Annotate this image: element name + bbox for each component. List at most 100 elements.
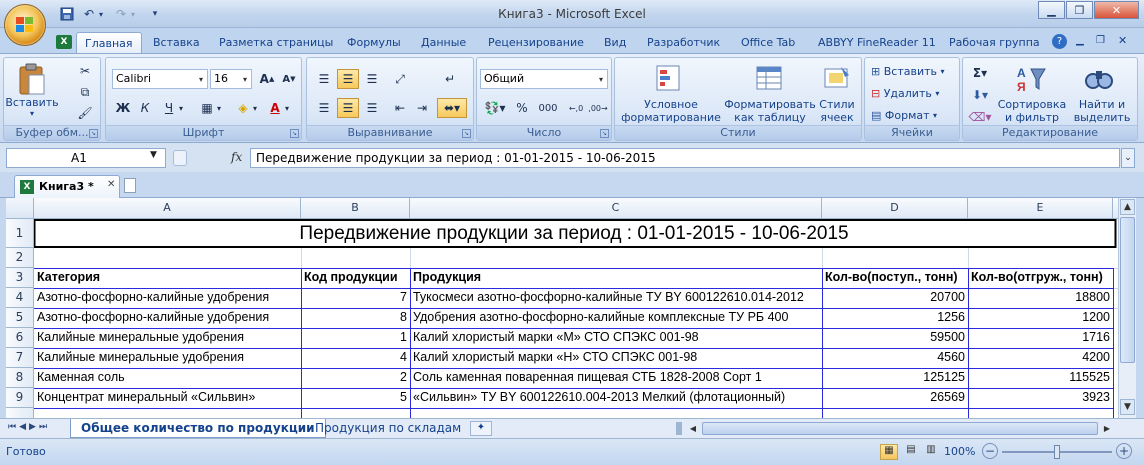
vertical-scrollbar[interactable]: ▲ ▼ [1118, 198, 1136, 418]
cell-code[interactable]: 4 [301, 348, 410, 367]
bold-button[interactable]: Ж [112, 98, 134, 118]
cell-qty-in[interactable]: 4560 [822, 348, 968, 367]
zoom-out-icon[interactable]: − [982, 443, 998, 459]
tab-workgroup[interactable]: Рабочая группа [941, 32, 1048, 53]
tab-insert[interactable]: Вставка [145, 32, 208, 53]
cell-qty-out[interactable]: 115525 [968, 368, 1113, 387]
row-header-9[interactable]: 9 [6, 388, 34, 408]
vertical-scroll-thumb[interactable] [1120, 217, 1135, 363]
header-category[interactable]: Категория [34, 268, 301, 287]
conditional-formatting-icon[interactable] [653, 63, 685, 95]
row-header-5[interactable]: 5 [6, 308, 34, 328]
paste-dropdown-icon[interactable]: ▾ [30, 109, 34, 118]
delete-cells-button[interactable]: ⊟ Удалить ▾ [871, 87, 939, 100]
insert-cells-button[interactable]: ⊞ Вставить ▾ [871, 65, 945, 78]
tab-office-tab[interactable]: Office Tab [733, 32, 803, 53]
thousands-button[interactable]: 000 [535, 98, 561, 118]
cell-qty-in[interactable]: 125125 [822, 368, 968, 387]
cell-category[interactable]: Азотно-фосфорно-калийные удобрения [34, 308, 301, 327]
cell-styles-icon[interactable] [821, 63, 853, 95]
shrink-font-icon[interactable]: A ▼ [278, 69, 300, 89]
cell-category[interactable]: Азотно-фосфорно-калийные удобрения [34, 288, 301, 307]
conditional-formatting-label[interactable]: Условное форматирование [617, 98, 725, 124]
cell-product[interactable]: Соль каменная поваренная пищевая СТБ 182… [410, 368, 822, 387]
tab-review[interactable]: Рецензирование [480, 32, 592, 53]
tab-view[interactable]: Вид [596, 32, 634, 53]
align-middle-icon[interactable]: ☰ [337, 69, 359, 89]
number-format-combo[interactable]: Общий ▾ [480, 69, 608, 89]
scroll-up-icon[interactable]: ▲ [1120, 199, 1135, 215]
column-header-d[interactable]: D [822, 198, 968, 219]
cell-qty-out[interactable]: 1716 [968, 328, 1113, 347]
insert-cells-dropdown-icon[interactable]: ▾ [940, 67, 944, 76]
format-as-table-icon[interactable] [754, 63, 786, 95]
cell-code[interactable]: 7 [301, 288, 410, 307]
alignment-expand-icon[interactable]: ↘ [462, 129, 471, 138]
find-select-icon[interactable] [1083, 63, 1115, 95]
column-header-e[interactable]: E [968, 198, 1113, 219]
column-header-a[interactable]: A [34, 198, 301, 219]
fill-icon[interactable]: ⬇▾ [967, 85, 993, 105]
cell-qty-out[interactable]: 18800 [968, 288, 1113, 307]
tab-developer[interactable]: Разработчик [639, 32, 728, 53]
increase-indent-icon[interactable]: ⇥ [411, 98, 433, 118]
sort-filter-icon[interactable]: AЯ [1015, 63, 1047, 95]
cell-qty-out[interactable]: 3923 [968, 388, 1113, 407]
align-top-icon[interactable]: ☰ [313, 69, 335, 89]
select-all-corner[interactable] [6, 198, 34, 219]
align-bottom-icon[interactable]: ☰ [361, 69, 383, 89]
header-qty-out[interactable]: Кол-во(отгруж., тонн) [968, 268, 1113, 287]
sheet-nav-icons[interactable]: ⏮◀▶⏭ [8, 422, 50, 432]
cell-product[interactable]: Калий хлористый марки «М» СТО СПЭКС 001-… [410, 328, 822, 347]
format-cells-button[interactable]: ▤ Формат ▾ [871, 109, 937, 122]
paste-button[interactable]: Вставить ▾ [5, 61, 59, 119]
align-center-icon[interactable]: ☰ [337, 98, 359, 118]
merge-center-icon[interactable]: ⬌▾ [437, 98, 467, 118]
row-header-6[interactable]: 6 [6, 328, 34, 348]
cell-qty-in[interactable]: 59500 [822, 328, 968, 347]
percent-button[interactable]: % [511, 98, 533, 118]
italic-button[interactable]: К [134, 98, 156, 118]
cell-qty-out[interactable]: 1200 [968, 308, 1113, 327]
currency-format-icon[interactable]: 💱▾ [481, 98, 509, 118]
spreadsheet-grid[interactable]: A B C D E 1 2 3 4 5 6 7 8 9 Передвижение… [6, 198, 1118, 418]
wrap-text-icon[interactable]: ↵ [439, 69, 461, 89]
cell-category[interactable]: Калийные минеральные удобрения [34, 348, 301, 367]
header-product[interactable]: Продукция [410, 268, 822, 287]
delete-cells-dropdown-icon[interactable]: ▾ [935, 89, 939, 98]
cell-qty-in[interactable]: 1256 [822, 308, 968, 327]
number-format-dropdown-icon[interactable]: ▾ [595, 70, 607, 88]
expand-formula-bar-icon[interactable]: ⌄ [1121, 148, 1135, 168]
sheet-tab-warehouses[interactable]: Продукция по складам [305, 419, 471, 438]
cell-code[interactable]: 1 [301, 328, 410, 347]
borders-dropdown-icon[interactable]: ▾ [214, 98, 224, 118]
cell-qty-in[interactable]: 26569 [822, 388, 968, 407]
zoom-in-icon[interactable]: + [1116, 443, 1132, 459]
align-left-icon[interactable]: ☰ [313, 98, 335, 118]
header-qty-in[interactable]: Кол-во(поступ., тонн) [822, 268, 968, 287]
cut-icon[interactable]: ✂ [74, 61, 96, 81]
cell-product[interactable]: Тукосмеси азотно-фосфорно-калийные ТУ BY… [410, 288, 822, 307]
redo-dropdown-icon[interactable]: ▾ [128, 5, 138, 23]
cell-product[interactable]: Удобрения азотно-фосфорно-калийные компл… [410, 308, 822, 327]
row-header-7[interactable]: 7 [6, 348, 34, 368]
align-right-icon[interactable]: ☰ [361, 98, 383, 118]
help-icon[interactable]: ? [1052, 34, 1067, 49]
tab-home[interactable]: Главная [76, 32, 142, 53]
clipboard-expand-icon[interactable]: ↘ [89, 129, 98, 138]
underline-dropdown-icon[interactable]: ▾ [176, 98, 186, 118]
office-button[interactable] [4, 4, 46, 46]
scroll-down-icon[interactable]: ▼ [1120, 399, 1135, 415]
font-size-combo[interactable]: 16 ▾ [210, 69, 252, 89]
column-header-b[interactable]: B [301, 198, 410, 219]
fill-color-dropdown-icon[interactable]: ▾ [250, 98, 260, 118]
row-header-4[interactable]: 4 [6, 288, 34, 308]
tab-formulas[interactable]: Формулы [339, 32, 409, 53]
font-expand-icon[interactable]: ↘ [290, 129, 299, 138]
cell-styles-label[interactable]: Стили ячеек [815, 98, 859, 124]
increase-decimal-icon[interactable]: ←,0 [565, 98, 587, 118]
save-icon[interactable] [58, 5, 76, 23]
cell-code[interactable]: 8 [301, 308, 410, 327]
tab-page-layout[interactable]: Разметка страницы [211, 32, 341, 53]
cell-qty-in[interactable]: 20700 [822, 288, 968, 307]
